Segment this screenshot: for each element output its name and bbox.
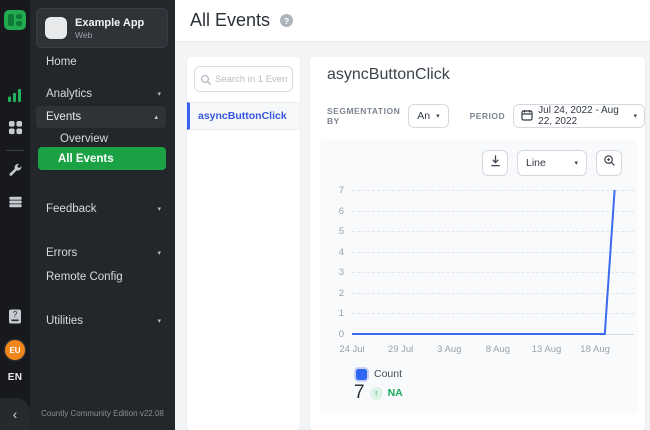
- event-detail-title: asyncButtonClick: [327, 66, 450, 84]
- event-list-panel: asyncButtonClick: [187, 57, 300, 430]
- legend-item-count[interactable]: Count: [356, 368, 402, 380]
- event-list-item-selected[interactable]: asyncButtonClick: [187, 102, 300, 130]
- sidebar-item-label: Overview: [60, 133, 108, 145]
- app-name: Example App: [75, 17, 144, 29]
- sidebar-item-label: Errors: [46, 247, 77, 259]
- legend-swatch: [356, 369, 367, 380]
- dashboards-grid-icon[interactable]: [0, 118, 30, 136]
- chevron-up-icon: ▴: [154, 113, 158, 121]
- period-value: Jul 24, 2022 - Aug 22, 2022: [538, 105, 628, 127]
- main-area: All Events ? asyncButtonClick asyncButto…: [175, 0, 650, 430]
- segmentation-select[interactable]: An ▾: [408, 104, 448, 128]
- collapse-sidebar-button[interactable]: ‹: [0, 398, 30, 430]
- sidebar-item-remote-config[interactable]: Remote Config: [30, 269, 175, 285]
- sidebar-item-label: Feedback: [46, 203, 97, 215]
- version-footer: Countly Community Edition v22.08: [30, 409, 175, 418]
- sidebar-item-errors[interactable]: Errors ▾: [30, 245, 175, 261]
- app-type: Web: [75, 30, 144, 40]
- sidebar-item-home[interactable]: Home: [30, 54, 175, 70]
- total-count-value: 7: [354, 382, 365, 404]
- app-selector[interactable]: Example App Web: [36, 8, 168, 48]
- page-title: All Events: [190, 10, 270, 31]
- user-avatar[interactable]: EU: [5, 340, 25, 360]
- management-wrench-icon[interactable]: [0, 161, 30, 179]
- sidebar-item-label: All Events: [58, 153, 114, 165]
- chevron-down-icon: ▾: [157, 249, 161, 257]
- icon-rail: ? EU EN ‹: [0, 0, 30, 430]
- countly-dashboard: ? EU EN ‹ Example App Web Home Analytics…: [0, 0, 650, 430]
- sidebar-item-all-events-active[interactable]: All Events: [38, 147, 166, 170]
- page-header: All Events ?: [175, 0, 650, 42]
- period-datepicker[interactable]: Jul 24, 2022 - Aug 22, 2022 ▾: [513, 104, 645, 128]
- event-detail-panel: asyncButtonClick SEGMENTATION BY An ▾ PE…: [310, 57, 645, 430]
- chevron-down-icon: ▾: [574, 159, 578, 167]
- rail-divider: [6, 150, 24, 151]
- language-selector[interactable]: EN: [0, 372, 30, 383]
- help-docs-icon[interactable]: ?: [0, 306, 30, 326]
- sidebar-item-label: Analytics: [46, 88, 92, 100]
- controls-row: SEGMENTATION BY An ▾ PERIOD Jul 24, 2022…: [327, 104, 645, 128]
- sidebar-item-label: Utilities: [46, 315, 83, 327]
- sidebar-item-label: Remote Config: [46, 271, 123, 283]
- download-chart-button[interactable]: [482, 150, 508, 176]
- chevron-down-icon: ▾: [633, 112, 637, 120]
- chart-card: Line ▾ 0123456724 Jul29 Jul3 Aug8 Aug13 …: [320, 140, 638, 413]
- data-manager-server-icon[interactable]: [0, 193, 30, 211]
- chart-toolbar: Line ▾: [482, 150, 622, 176]
- event-name: asyncButtonClick: [198, 110, 287, 122]
- help-icon[interactable]: ?: [280, 14, 293, 27]
- zoom-in-icon: [603, 154, 616, 172]
- sidebar-item-overview[interactable]: Overview: [30, 131, 175, 147]
- zoom-chart-button[interactable]: [596, 150, 622, 176]
- download-icon: [489, 154, 502, 172]
- chevron-down-icon: ▾: [157, 90, 161, 98]
- sidebar-item-feedback[interactable]: Feedback ▾: [30, 201, 175, 217]
- trend-up-icon: ↑: [370, 387, 383, 400]
- sidebar-item-label: Home: [46, 56, 77, 68]
- sidebar-item-label: Events: [46, 111, 81, 123]
- app-thumbnail: [45, 17, 67, 39]
- chevron-down-icon: ▾: [157, 205, 161, 213]
- segmentation-value: An: [417, 110, 430, 122]
- calendar-icon: [521, 109, 533, 124]
- countly-logo-icon[interactable]: [0, 8, 30, 32]
- analytics-barchart-icon[interactable]: [0, 86, 30, 104]
- trend-change-value: NA: [388, 387, 403, 399]
- chevron-down-icon: ▾: [157, 317, 161, 325]
- summary-row: 7 ↑ NA: [354, 382, 403, 404]
- sidebar-item-analytics[interactable]: Analytics ▾: [30, 86, 175, 102]
- sidebar-item-utilities[interactable]: Utilities ▾: [30, 313, 175, 329]
- legend-label: Count: [374, 368, 402, 380]
- svg-text:?: ?: [13, 310, 18, 319]
- chevron-down-icon: ▾: [436, 112, 440, 120]
- chart-type-select[interactable]: Line ▾: [517, 150, 587, 176]
- chart-plot: 0123456724 Jul29 Jul3 Aug8 Aug13 Aug18 A…: [352, 190, 634, 334]
- sidebar-item-events[interactable]: Events ▴: [36, 106, 166, 128]
- sidebar: Example App Web Home Analytics ▾ Events …: [30, 0, 175, 430]
- period-label: PERIOD: [470, 111, 506, 121]
- segmentation-label: SEGMENTATION BY: [327, 106, 400, 126]
- chart-type-value: Line: [526, 157, 546, 169]
- search-icon: [200, 73, 212, 91]
